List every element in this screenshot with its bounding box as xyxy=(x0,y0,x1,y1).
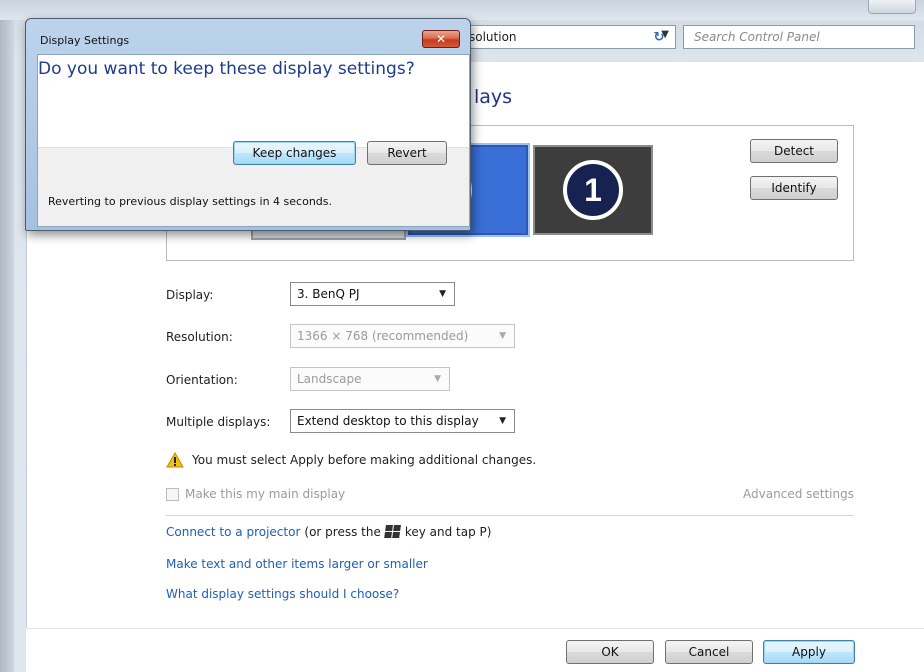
main-display-label: Make this my main display xyxy=(185,487,346,501)
which-settings-link[interactable]: What display settings should I choose? xyxy=(166,587,399,601)
orientation-select: Landscape ▼ xyxy=(290,367,450,391)
revert-button[interactable]: Revert xyxy=(367,141,447,165)
text-size-row: Make text and other items larger or smal… xyxy=(166,557,428,571)
warning-text: You must select Apply before making addi… xyxy=(192,453,537,467)
keep-changes-button[interactable]: Keep changes xyxy=(233,141,356,165)
page-title: lays xyxy=(474,86,513,108)
close-icon: ✕ xyxy=(435,32,447,46)
refresh-icon[interactable]: ↻ xyxy=(646,27,672,47)
monitor-number-badge: 1 xyxy=(563,160,623,220)
multiple-displays-label: Multiple displays: xyxy=(166,415,271,429)
warning-message: You must select Apply before making addi… xyxy=(166,451,537,468)
monitor-1[interactable]: 1 xyxy=(533,145,653,235)
close-button[interactable]: ✕ xyxy=(422,30,460,48)
text-size-link[interactable]: Make text and other items larger or smal… xyxy=(166,557,428,571)
warning-icon xyxy=(166,451,184,468)
connect-projector-link[interactable]: Connect to a projector xyxy=(166,525,300,539)
title-bar xyxy=(0,0,924,20)
resolution-select: 1366 × 768 (recommended) ▼ xyxy=(290,324,515,348)
orientation-label: Orientation: xyxy=(166,373,238,387)
chevron-down-icon: ▼ xyxy=(499,331,506,341)
main-display-checkbox xyxy=(166,487,179,501)
chevron-down-icon: ▼ xyxy=(439,289,446,299)
advanced-settings-link: Advanced settings xyxy=(743,487,854,501)
projector-hint-pre: (or press the xyxy=(304,525,381,539)
identify-button[interactable]: Identify xyxy=(750,176,838,200)
divider xyxy=(166,515,854,516)
windows-key-icon xyxy=(384,525,402,539)
detect-button[interactable]: Detect xyxy=(750,139,838,163)
multiple-displays-select[interactable]: Extend desktop to this display ▼ xyxy=(290,409,515,433)
ok-button[interactable]: OK xyxy=(566,640,654,664)
help-row: What display settings should I choose? xyxy=(166,587,399,601)
display-label: Display: xyxy=(166,288,214,302)
address-bar[interactable]: solution ▼ xyxy=(460,25,676,49)
countdown-text: Reverting to previous display settings i… xyxy=(48,195,332,208)
dialog-question: Do you want to keep these display settin… xyxy=(38,59,415,79)
apply-button[interactable]: Apply xyxy=(763,640,855,664)
multiple-displays-value: Extend desktop to this display xyxy=(297,414,479,428)
dialog-title: Display Settings xyxy=(40,34,130,47)
chevron-down-icon: ▼ xyxy=(434,374,441,384)
search-placeholder: Search Control Panel xyxy=(694,30,820,44)
cancel-button[interactable]: Cancel xyxy=(665,640,753,664)
window-control-buttons[interactable] xyxy=(868,0,916,14)
chevron-down-icon: ▼ xyxy=(499,416,506,426)
search-input[interactable]: Search Control Panel xyxy=(683,25,915,49)
projector-row: Connect to a projector (or press the key… xyxy=(166,525,491,539)
projector-hint-post: key and tap P) xyxy=(404,525,492,539)
display-select-value: 3. BenQ PJ xyxy=(297,287,360,301)
display-select[interactable]: 3. BenQ PJ ▼ xyxy=(290,282,455,306)
resolution-select-value: 1366 × 768 (recommended) xyxy=(297,329,469,343)
main-display-option: Make this my main display xyxy=(166,487,345,501)
resolution-label: Resolution: xyxy=(166,330,233,344)
orientation-select-value: Landscape xyxy=(297,372,362,386)
address-text: solution xyxy=(469,30,517,44)
window-frame-left xyxy=(0,20,14,672)
